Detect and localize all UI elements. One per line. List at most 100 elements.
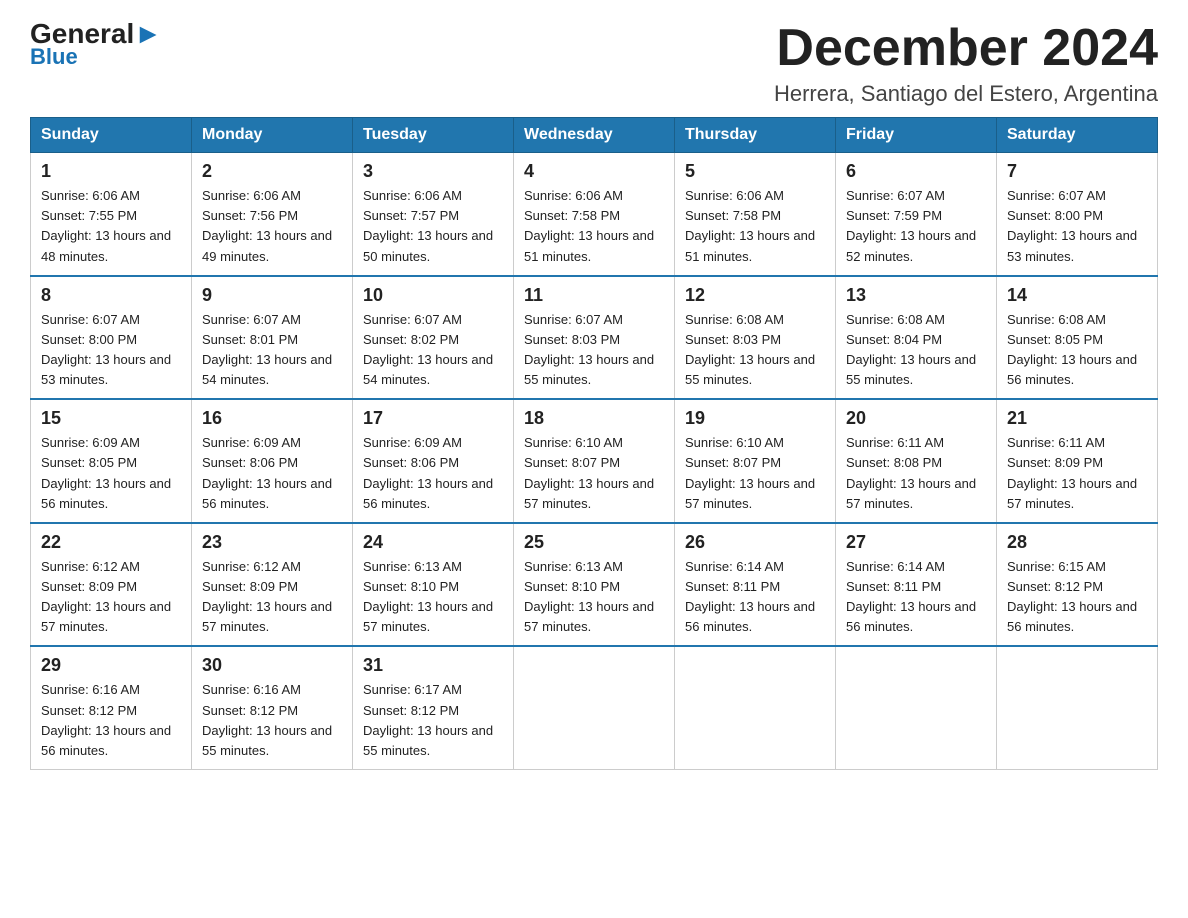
day-number: 6 [846, 161, 986, 182]
day-cell: 15 Sunrise: 6:09 AMSunset: 8:05 PMDayligh… [31, 399, 192, 523]
day-number: 28 [1007, 532, 1147, 553]
day-info: Sunrise: 6:17 AMSunset: 8:12 PMDaylight:… [363, 680, 503, 761]
day-number: 12 [685, 285, 825, 306]
calendar-header: SundayMondayTuesdayWednesdayThursdayFrid… [31, 118, 1158, 153]
day-number: 21 [1007, 408, 1147, 429]
day-number: 17 [363, 408, 503, 429]
day-info: Sunrise: 6:13 AMSunset: 8:10 PMDaylight:… [524, 557, 664, 638]
day-cell: 23 Sunrise: 6:12 AMSunset: 8:09 PMDayligh… [192, 523, 353, 647]
header-tuesday: Tuesday [353, 118, 514, 153]
day-info: Sunrise: 6:16 AMSunset: 8:12 PMDaylight:… [41, 680, 181, 761]
day-cell: 25 Sunrise: 6:13 AMSunset: 8:10 PMDayligh… [514, 523, 675, 647]
day-cell: 13Sunrise: 6:08 AMSunset: 8:04 PMDayligh… [836, 276, 997, 400]
day-info: Sunrise: 6:07 AMSunset: 7:59 PMDaylight:… [846, 186, 986, 267]
day-cell: 3 Sunrise: 6:06 AMSunset: 7:57 PMDaylight… [353, 153, 514, 276]
day-number: 24 [363, 532, 503, 553]
day-cell: 20Sunrise: 6:11 AMSunset: 8:08 PMDayligh… [836, 399, 997, 523]
day-info: Sunrise: 6:07 AMSunset: 8:00 PMDaylight:… [41, 310, 181, 391]
day-info: Sunrise: 6:06 AMSunset: 7:57 PMDaylight:… [363, 186, 503, 267]
day-info: Sunrise: 6:07 AMSunset: 8:00 PMDaylight:… [1007, 186, 1147, 267]
day-cell: 14Sunrise: 6:08 AMSunset: 8:05 PMDayligh… [997, 276, 1158, 400]
day-number: 4 [524, 161, 664, 182]
day-info: Sunrise: 6:06 AMSunset: 7:58 PMDaylight:… [524, 186, 664, 267]
day-cell: 8 Sunrise: 6:07 AMSunset: 8:00 PMDaylight… [31, 276, 192, 400]
calendar-table: SundayMondayTuesdayWednesdayThursdayFrid… [30, 117, 1158, 770]
week-row-1: 1Sunrise: 6:06 AMSunset: 7:55 PMDaylight… [31, 153, 1158, 276]
header-row: SundayMondayTuesdayWednesdayThursdayFrid… [31, 118, 1158, 153]
day-number: 16 [202, 408, 342, 429]
day-number: 13 [846, 285, 986, 306]
day-cell: 12 Sunrise: 6:08 AMSunset: 8:03 PMDayligh… [675, 276, 836, 400]
day-number: 11 [524, 285, 664, 306]
day-info: Sunrise: 6:06 AMSunset: 7:58 PMDaylight:… [685, 186, 825, 267]
day-cell: 1Sunrise: 6:06 AMSunset: 7:55 PMDaylight… [31, 153, 192, 276]
day-info: Sunrise: 6:14 AMSunset: 8:11 PMDaylight:… [846, 557, 986, 638]
day-cell: 21 Sunrise: 6:11 AMSunset: 8:09 PMDayligh… [997, 399, 1158, 523]
logo: General► Blue [30, 20, 162, 70]
day-info: Sunrise: 6:12 AMSunset: 8:09 PMDaylight:… [202, 557, 342, 638]
day-info: Sunrise: 6:16 AMSunset: 8:12 PMDaylight:… [202, 680, 342, 761]
day-cell: 26 Sunrise: 6:14 AMSunset: 8:11 PMDayligh… [675, 523, 836, 647]
day-number: 27 [846, 532, 986, 553]
day-info: Sunrise: 6:09 AMSunset: 8:05 PMDaylight:… [41, 433, 181, 514]
day-number: 31 [363, 655, 503, 676]
day-info: Sunrise: 6:07 AMSunset: 8:02 PMDaylight:… [363, 310, 503, 391]
title-area: December 2024 Herrera, Santiago del Este… [774, 20, 1158, 107]
day-cell: 18 Sunrise: 6:10 AMSunset: 8:07 PMDayligh… [514, 399, 675, 523]
day-info: Sunrise: 6:09 AMSunset: 8:06 PMDaylight:… [202, 433, 342, 514]
day-cell: 16 Sunrise: 6:09 AMSunset: 8:06 PMDayligh… [192, 399, 353, 523]
day-cell: 29 Sunrise: 6:16 AMSunset: 8:12 PMDayligh… [31, 646, 192, 769]
day-info: Sunrise: 6:10 AMSunset: 8:07 PMDaylight:… [685, 433, 825, 514]
day-number: 14 [1007, 285, 1147, 306]
day-number: 10 [363, 285, 503, 306]
day-number: 23 [202, 532, 342, 553]
day-number: 9 [202, 285, 342, 306]
day-info: Sunrise: 6:10 AMSunset: 8:07 PMDaylight:… [524, 433, 664, 514]
day-number: 29 [41, 655, 181, 676]
day-cell [675, 646, 836, 769]
day-number: 8 [41, 285, 181, 306]
day-number: 15 [41, 408, 181, 429]
week-row-4: 22 Sunrise: 6:12 AMSunset: 8:09 PMDayligh… [31, 523, 1158, 647]
day-info: Sunrise: 6:09 AMSunset: 8:06 PMDaylight:… [363, 433, 503, 514]
day-cell: 27 Sunrise: 6:14 AMSunset: 8:11 PMDayligh… [836, 523, 997, 647]
day-cell [836, 646, 997, 769]
day-cell: 10 Sunrise: 6:07 AMSunset: 8:02 PMDayligh… [353, 276, 514, 400]
day-number: 30 [202, 655, 342, 676]
header-friday: Friday [836, 118, 997, 153]
day-cell: 7 Sunrise: 6:07 AMSunset: 8:00 PMDaylight… [997, 153, 1158, 276]
location-text: Herrera, Santiago del Estero, Argentina [774, 81, 1158, 107]
day-cell: 22 Sunrise: 6:12 AMSunset: 8:09 PMDayligh… [31, 523, 192, 647]
week-row-2: 8 Sunrise: 6:07 AMSunset: 8:00 PMDaylight… [31, 276, 1158, 400]
day-number: 7 [1007, 161, 1147, 182]
day-info: Sunrise: 6:15 AMSunset: 8:12 PMDaylight:… [1007, 557, 1147, 638]
day-info: Sunrise: 6:14 AMSunset: 8:11 PMDaylight:… [685, 557, 825, 638]
day-number: 3 [363, 161, 503, 182]
day-cell: 30 Sunrise: 6:16 AMSunset: 8:12 PMDayligh… [192, 646, 353, 769]
day-info: Sunrise: 6:11 AMSunset: 8:09 PMDaylight:… [1007, 433, 1147, 514]
day-number: 22 [41, 532, 181, 553]
day-info: Sunrise: 6:06 AMSunset: 7:56 PMDaylight:… [202, 186, 342, 267]
header-wednesday: Wednesday [514, 118, 675, 153]
day-info: Sunrise: 6:08 AMSunset: 8:03 PMDaylight:… [685, 310, 825, 391]
day-cell: 4 Sunrise: 6:06 AMSunset: 7:58 PMDaylight… [514, 153, 675, 276]
page-header: General► Blue December 2024 Herrera, San… [30, 20, 1158, 107]
day-cell: 17 Sunrise: 6:09 AMSunset: 8:06 PMDayligh… [353, 399, 514, 523]
header-saturday: Saturday [997, 118, 1158, 153]
day-number: 25 [524, 532, 664, 553]
day-number: 26 [685, 532, 825, 553]
day-cell: 24 Sunrise: 6:13 AMSunset: 8:10 PMDayligh… [353, 523, 514, 647]
day-info: Sunrise: 6:12 AMSunset: 8:09 PMDaylight:… [41, 557, 181, 638]
week-row-3: 15 Sunrise: 6:09 AMSunset: 8:05 PMDayligh… [31, 399, 1158, 523]
day-info: Sunrise: 6:07 AMSunset: 8:03 PMDaylight:… [524, 310, 664, 391]
day-info: Sunrise: 6:11 AMSunset: 8:08 PMDaylight:… [846, 433, 986, 514]
day-number: 18 [524, 408, 664, 429]
day-cell: 11 Sunrise: 6:07 AMSunset: 8:03 PMDayligh… [514, 276, 675, 400]
day-cell: 9Sunrise: 6:07 AMSunset: 8:01 PMDaylight… [192, 276, 353, 400]
day-info: Sunrise: 6:13 AMSunset: 8:10 PMDaylight:… [363, 557, 503, 638]
day-cell: 2Sunrise: 6:06 AMSunset: 7:56 PMDaylight… [192, 153, 353, 276]
day-info: Sunrise: 6:06 AMSunset: 7:55 PMDaylight:… [41, 186, 181, 267]
day-cell [514, 646, 675, 769]
day-cell: 31 Sunrise: 6:17 AMSunset: 8:12 PMDayligh… [353, 646, 514, 769]
day-cell: 5Sunrise: 6:06 AMSunset: 7:58 PMDaylight… [675, 153, 836, 276]
